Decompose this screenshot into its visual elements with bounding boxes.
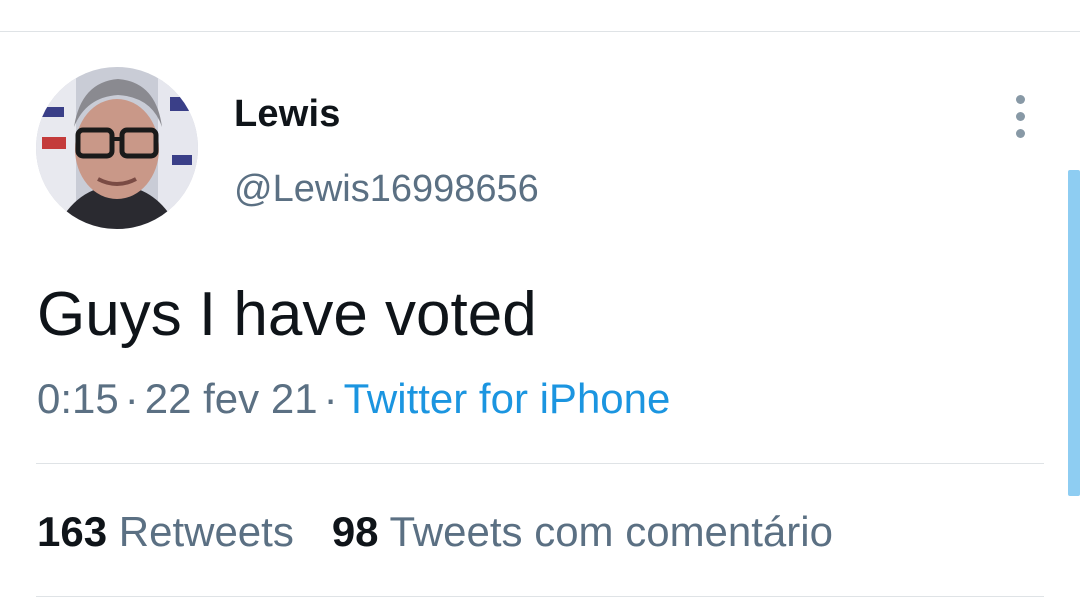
more-options-button[interactable] (1000, 92, 1040, 140)
tweet-stats: 163 Retweets 98 Tweets com comentário (37, 508, 833, 556)
quote-tweets-count: 98 (331, 508, 379, 555)
profile-photo-icon (36, 67, 198, 229)
retweets-stat[interactable]: 163 Retweets (37, 508, 294, 556)
avatar[interactable] (36, 67, 198, 229)
stats-divider (36, 463, 1044, 464)
author-handle[interactable]: @Lewis16998656 (234, 168, 539, 211)
vertical-ellipsis-icon-dot (1015, 128, 1025, 138)
quote-tweets-stat[interactable]: 98 Tweets com comentário (332, 508, 833, 556)
meta-separator: · (124, 375, 139, 422)
retweets-count: 163 (37, 508, 108, 555)
tweet-text: Guys I have voted (37, 280, 537, 349)
tweet-time[interactable]: 0:15 (37, 375, 119, 422)
tweet-meta: 0:15 · 22 fev 21 · Twitter for iPhone (37, 375, 670, 423)
top-divider (0, 31, 1080, 32)
meta-separator: · (323, 375, 338, 422)
scrollbar[interactable] (1068, 170, 1080, 496)
author-display-name[interactable]: Lewis (234, 93, 341, 136)
bottom-divider (36, 596, 1044, 597)
tweet-date[interactable]: 22 fev 21 (145, 375, 318, 422)
quote-tweets-label: Tweets com comentário (389, 508, 833, 555)
vertical-ellipsis-icon-dot (1015, 111, 1025, 121)
retweets-label: Retweets (118, 508, 294, 555)
tweet-source-link[interactable]: Twitter for iPhone (344, 375, 671, 422)
vertical-ellipsis-icon (1015, 94, 1025, 104)
